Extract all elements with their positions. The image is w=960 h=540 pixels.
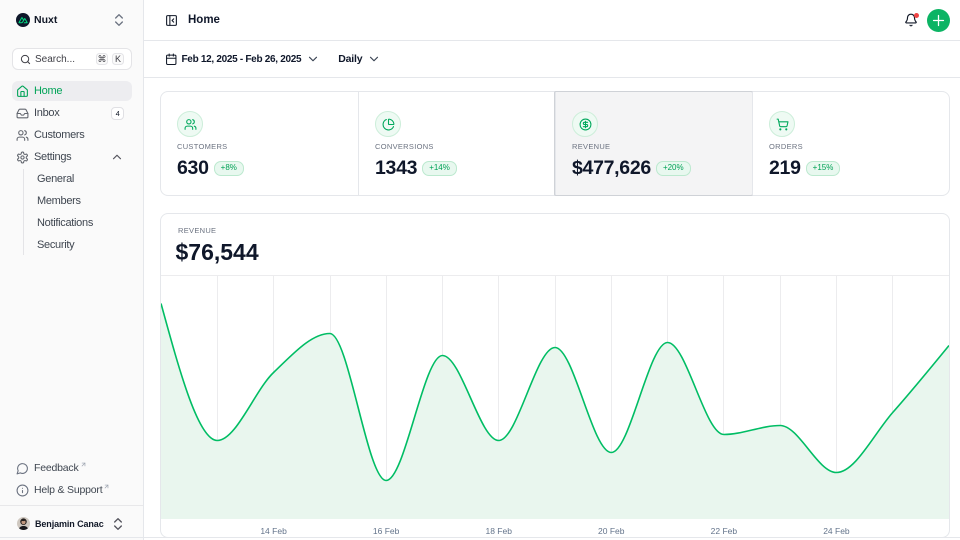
svg-text:16 Feb: 16 Feb: [373, 526, 400, 536]
svg-text:22 Feb: 22 Feb: [711, 526, 738, 536]
svg-text:20 Feb: 20 Feb: [598, 526, 625, 536]
svg-text:18 Feb: 18 Feb: [485, 526, 512, 536]
svg-text:24 Feb: 24 Feb: [823, 526, 850, 536]
svg-text:14 Feb: 14 Feb: [260, 526, 287, 536]
